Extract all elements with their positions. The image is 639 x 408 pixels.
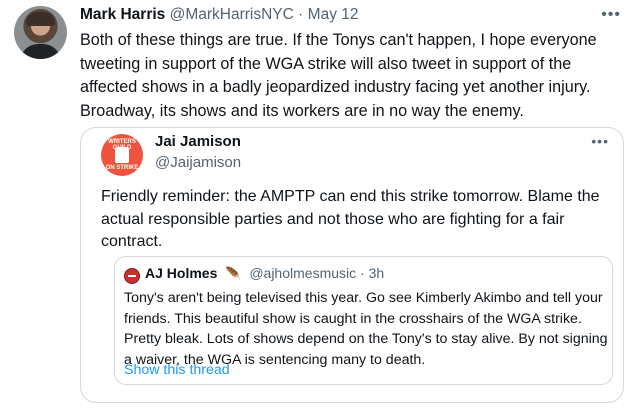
nested-time[interactable]: 3h	[369, 265, 385, 281]
feather-icon: 🪶	[225, 266, 242, 281]
tweet-date[interactable]: May 12	[308, 6, 359, 23]
avatar[interactable]	[14, 6, 67, 59]
quote-tweet-card[interactable]: WRITERS GUILD ON STRIKE Jai Jamison @Jai…	[80, 127, 624, 403]
quote-text: Friendly reminder: the AMPTP can end thi…	[101, 188, 600, 250]
separator: ·	[298, 6, 304, 23]
nested-avatar[interactable]	[124, 268, 140, 284]
quote-author-name[interactable]: Jai Jamison	[155, 133, 241, 150]
nested-quote-card[interactable]: AJ Holmes 🪶 @ajholmesmusic · 3h Tony's a…	[114, 256, 613, 385]
no-entry-icon	[128, 275, 136, 277]
tweet-header: Mark Harris @MarkHarrisNYC · May 12	[80, 6, 359, 24]
nested-text: Tony's aren't being televised this year.…	[124, 290, 608, 368]
author-handle[interactable]: @MarkHarrisNYC	[170, 6, 294, 23]
avatar-shirt	[20, 44, 61, 59]
quote-avatar[interactable]: WRITERS GUILD ON STRIKE	[101, 134, 143, 176]
nested-header: AJ Holmes 🪶 @ajholmesmusic · 3h	[145, 265, 384, 282]
show-thread-link[interactable]: Show this thread	[124, 362, 230, 378]
tweet-text: Both of these things are true. If the To…	[80, 31, 597, 120]
more-horizontal-icon[interactable]: •••	[591, 133, 609, 149]
more-horizontal-icon[interactable]: •••	[601, 6, 621, 24]
avatar-badge-bottom: ON STRIKE	[105, 165, 139, 171]
quote-author-handle[interactable]: @Jaijamison	[155, 154, 241, 171]
author-name[interactable]: Mark Harris	[80, 6, 165, 23]
nested-author-name[interactable]: AJ Holmes	[145, 265, 217, 281]
avatar-hair	[26, 12, 55, 26]
separator: ·	[360, 265, 365, 281]
nested-author-handle[interactable]: @ajholmesmusic	[249, 265, 356, 281]
fist-icon	[115, 147, 129, 163]
